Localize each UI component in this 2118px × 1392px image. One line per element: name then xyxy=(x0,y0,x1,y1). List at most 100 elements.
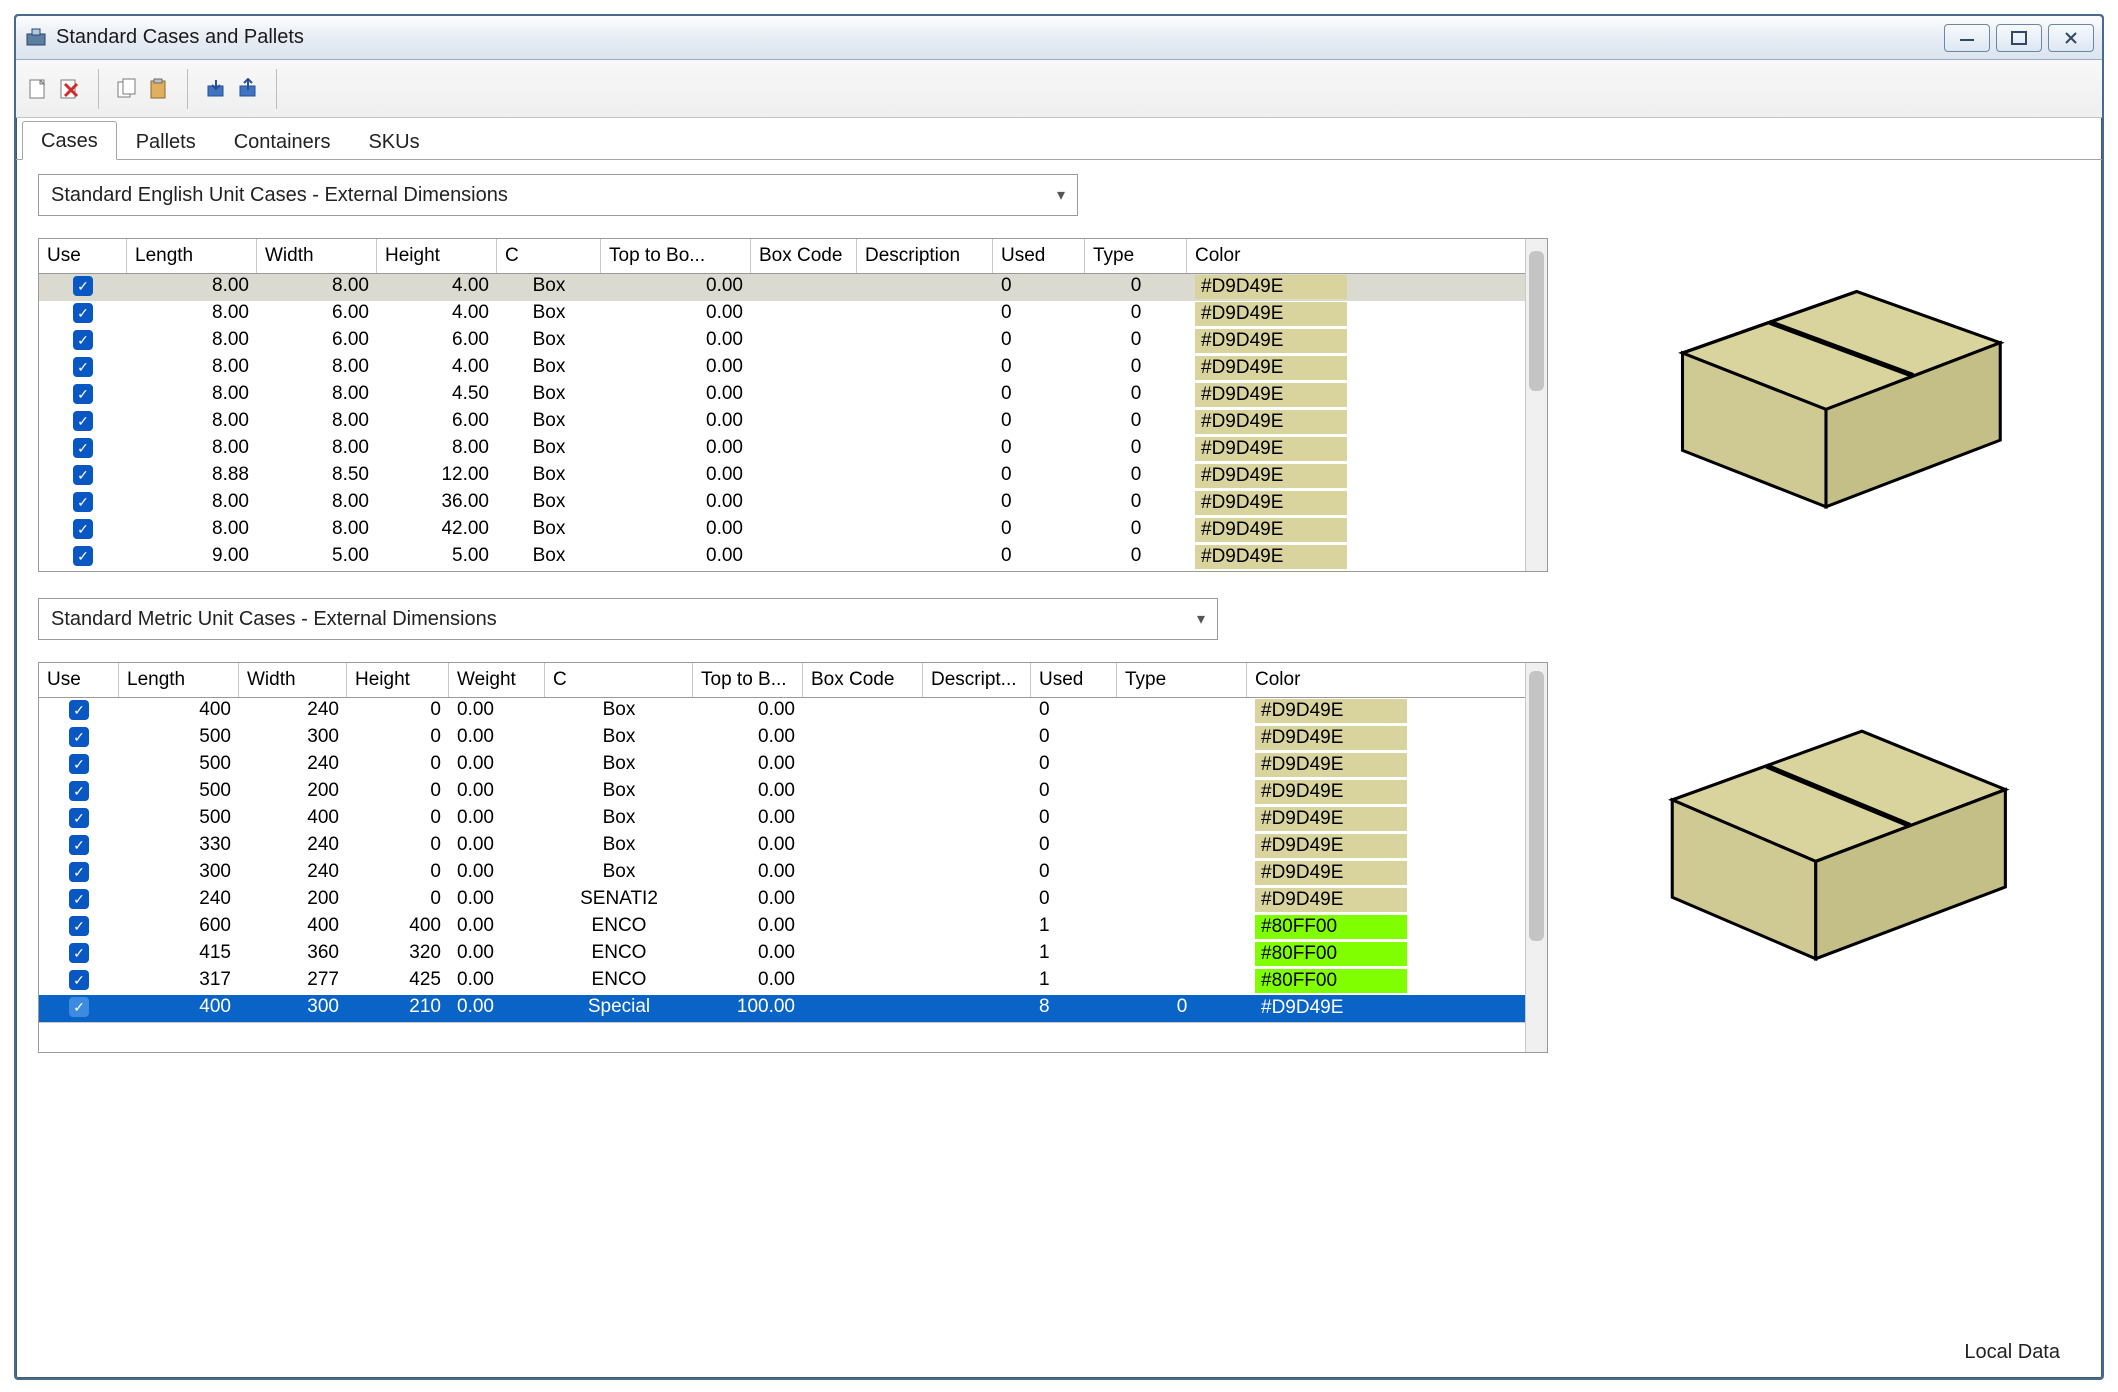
table-row[interactable]: 500 300 0 0.00 Box 0.00 0 #D9D49E xyxy=(39,725,1525,752)
table-row[interactable]: 415 360 320 0.00 ENCO 0.00 1 #80FF00 xyxy=(39,941,1525,968)
use-checkbox[interactable] xyxy=(73,411,93,431)
use-checkbox[interactable] xyxy=(69,970,89,990)
table-row[interactable]: 600 400 400 0.00 ENCO 0.00 1 #80FF00 xyxy=(39,914,1525,941)
table-row[interactable]: 8.00 8.00 4.00 Box 0.00 0 0 #D9D49E xyxy=(39,274,1525,301)
cell-c: Box xyxy=(497,544,601,571)
export-icon[interactable] xyxy=(234,75,262,103)
new-icon[interactable] xyxy=(24,75,52,103)
col-use[interactable]: Use xyxy=(39,239,127,273)
cell-color: #D9D49E xyxy=(1187,436,1355,463)
table-row[interactable]: 9.00 5.00 5.00 Box 0.00 0 0 #D9D49E xyxy=(39,544,1525,571)
use-checkbox[interactable] xyxy=(73,330,93,350)
col-top[interactable]: Top to B... xyxy=(693,663,803,697)
metric-selector[interactable]: Standard Metric Unit Cases - External Di… xyxy=(38,598,1218,640)
table-row[interactable]: 8.00 8.00 36.00 Box 0.00 0 0 #D9D49E xyxy=(39,490,1525,517)
table-row[interactable]: 8.00 8.00 42.00 Box 0.00 0 0 #D9D49E xyxy=(39,517,1525,544)
col-used[interactable]: Used xyxy=(1031,663,1117,697)
col-code[interactable]: Box Code xyxy=(751,239,857,273)
cell-type: 0 xyxy=(1085,409,1187,436)
col-desc[interactable]: Descript... xyxy=(923,663,1031,697)
scrollbar[interactable] xyxy=(1525,239,1547,571)
col-top[interactable]: Top to Bo... xyxy=(601,239,751,273)
col-c[interactable]: C xyxy=(545,663,693,697)
table-row[interactable]: 500 400 0 0.00 Box 0.00 0 #D9D49E xyxy=(39,806,1525,833)
col-use[interactable]: Use xyxy=(39,663,119,697)
col-code[interactable]: Box Code xyxy=(803,663,923,697)
table-row[interactable]: 240 200 0 0.00 SENATI2 0.00 0 #D9D49E xyxy=(39,887,1525,914)
col-weight[interactable]: Weight xyxy=(449,663,545,697)
table-row[interactable]: 8.00 6.00 4.00 Box 0.00 0 0 #D9D49E xyxy=(39,301,1525,328)
table-row[interactable]: 500 200 0 0.00 Box 0.00 0 #D9D49E xyxy=(39,779,1525,806)
use-checkbox[interactable] xyxy=(73,357,93,377)
cell-c: Box xyxy=(545,833,693,860)
cell-height: 4.50 xyxy=(377,382,497,409)
use-checkbox[interactable] xyxy=(69,835,89,855)
use-checkbox[interactable] xyxy=(69,781,89,801)
col-type[interactable]: Type xyxy=(1117,663,1247,697)
use-checkbox[interactable] xyxy=(73,438,93,458)
col-height[interactable]: Height xyxy=(347,663,449,697)
table-row[interactable]: 8.00 8.00 4.00 Box 0.00 0 0 #D9D49E xyxy=(39,355,1525,382)
tab-containers[interactable]: Containers xyxy=(215,122,350,160)
use-checkbox[interactable] xyxy=(73,546,93,566)
scrollbar[interactable] xyxy=(1525,663,1547,1052)
col-desc[interactable]: Description xyxy=(857,239,993,273)
use-checkbox[interactable] xyxy=(73,303,93,323)
tab-pallets[interactable]: Pallets xyxy=(117,122,215,160)
tab-skus[interactable]: SKUs xyxy=(349,122,438,160)
table-row[interactable]: 8.88 8.50 12.00 Box 0.00 0 0 #D9D49E xyxy=(39,463,1525,490)
delete-icon[interactable] xyxy=(56,75,84,103)
col-height[interactable]: Height xyxy=(377,239,497,273)
col-color[interactable]: Color xyxy=(1247,663,1415,697)
english-selector[interactable]: Standard English Unit Cases - External D… xyxy=(38,174,1078,216)
grid-rows: 8.00 8.00 4.00 Box 0.00 0 0 #D9D49E 8.00… xyxy=(39,274,1525,571)
import-icon[interactable] xyxy=(202,75,230,103)
use-checkbox[interactable] xyxy=(69,916,89,936)
use-checkbox[interactable] xyxy=(73,384,93,404)
cell-desc xyxy=(923,806,1031,833)
copy-icon[interactable] xyxy=(113,75,141,103)
col-length[interactable]: Length xyxy=(119,663,239,697)
use-checkbox[interactable] xyxy=(69,754,89,774)
use-checkbox[interactable] xyxy=(69,700,89,720)
cell-c: Box xyxy=(497,409,601,436)
col-used[interactable]: Used xyxy=(993,239,1085,273)
minimize-button[interactable] xyxy=(1944,24,1990,52)
use-checkbox[interactable] xyxy=(69,997,89,1017)
table-row[interactable]: 400 300 210 0.00 Special 100.00 8 0 #D9D… xyxy=(39,995,1525,1022)
table-row[interactable]: 317 277 425 0.00 ENCO 0.00 1 #80FF00 xyxy=(39,968,1525,995)
col-type[interactable]: Type xyxy=(1085,239,1187,273)
box-icon xyxy=(1621,682,2031,969)
col-c[interactable]: C xyxy=(497,239,601,273)
table-row[interactable]: 8.00 6.00 6.00 Box 0.00 0 0 #D9D49E xyxy=(39,328,1525,355)
table-row[interactable]: 330 240 0 0.00 Box 0.00 0 #D9D49E xyxy=(39,833,1525,860)
use-checkbox[interactable] xyxy=(73,492,93,512)
use-checkbox[interactable] xyxy=(69,889,89,909)
maximize-button[interactable] xyxy=(1996,24,2042,52)
table-row[interactable]: 500 240 0 0.00 Box 0.00 0 #D9D49E xyxy=(39,752,1525,779)
close-button[interactable] xyxy=(2048,24,2094,52)
titlebar: Standard Cases and Pallets xyxy=(16,16,2102,60)
cell-used: 0 xyxy=(993,355,1085,382)
use-checkbox[interactable] xyxy=(69,727,89,747)
table-row[interactable]: 400 240 0 0.00 Box 0.00 0 #D9D49E xyxy=(39,698,1525,725)
col-length[interactable]: Length xyxy=(127,239,257,273)
use-checkbox[interactable] xyxy=(73,465,93,485)
table-row[interactable]: 8.00 8.00 4.50 Box 0.00 0 0 #D9D49E xyxy=(39,382,1525,409)
use-checkbox[interactable] xyxy=(69,808,89,828)
use-checkbox[interactable] xyxy=(73,276,93,296)
col-width[interactable]: Width xyxy=(239,663,347,697)
tab-cases[interactable]: Cases xyxy=(22,121,117,160)
toolbar-separator xyxy=(187,69,188,109)
english-grid: Use Length Width Height C Top to Bo... B… xyxy=(38,238,1548,572)
use-checkbox[interactable] xyxy=(69,862,89,882)
cell-width: 8.00 xyxy=(257,436,377,463)
table-row[interactable]: 8.00 8.00 6.00 Box 0.00 0 0 #D9D49E xyxy=(39,409,1525,436)
use-checkbox[interactable] xyxy=(73,519,93,539)
use-checkbox[interactable] xyxy=(69,943,89,963)
paste-icon[interactable] xyxy=(145,75,173,103)
col-width[interactable]: Width xyxy=(257,239,377,273)
table-row[interactable]: 8.00 8.00 8.00 Box 0.00 0 0 #D9D49E xyxy=(39,436,1525,463)
table-row[interactable]: 300 240 0 0.00 Box 0.00 0 #D9D49E xyxy=(39,860,1525,887)
col-color[interactable]: Color xyxy=(1187,239,1355,273)
